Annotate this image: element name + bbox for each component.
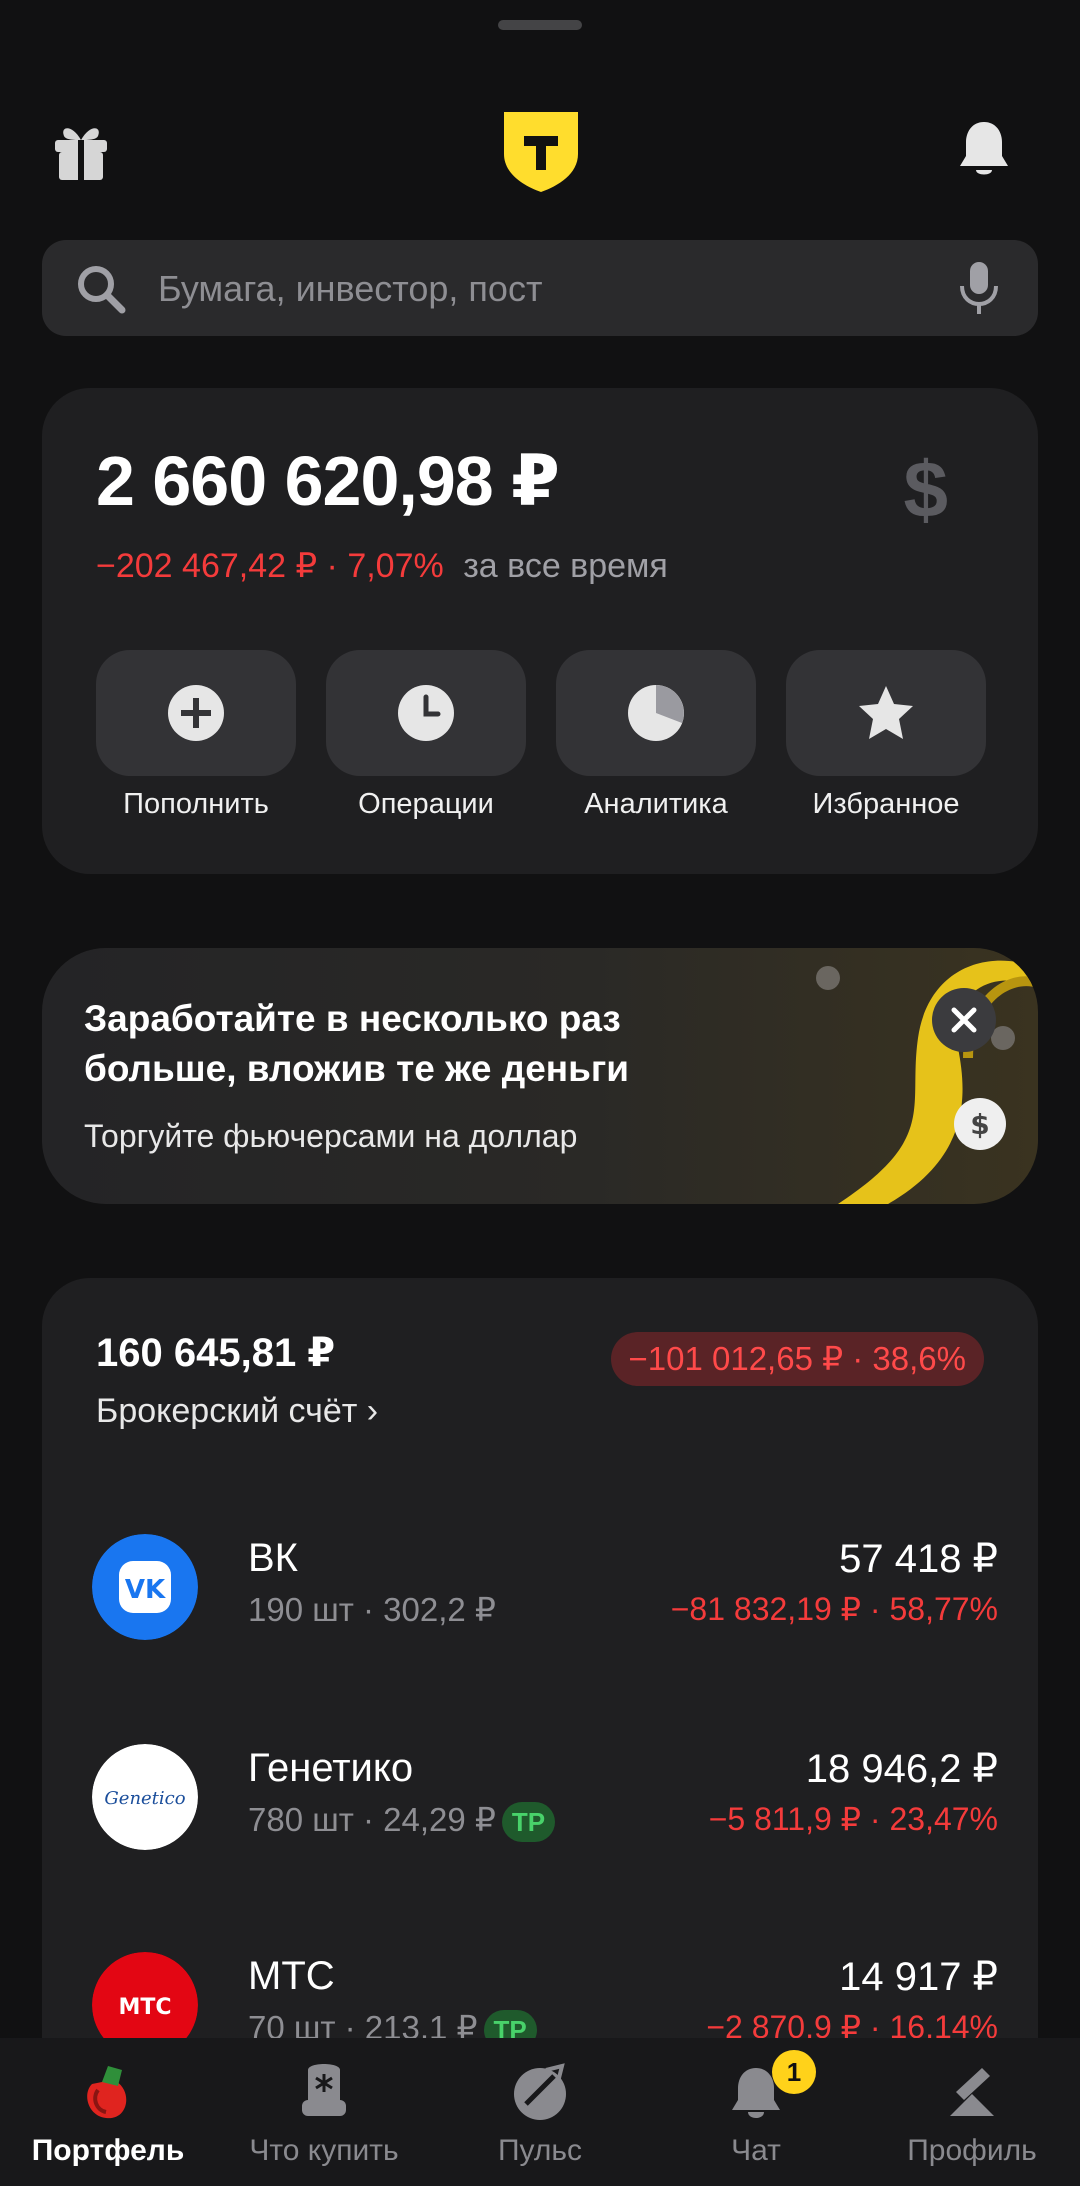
position-qty-price-text: 780 шт · 24,29 ₽ [248,1801,496,1838]
mitten-icon [302,2064,346,2116]
action-label: Операции [358,788,494,820]
total-balance: 2 660 620,98 ₽ [96,442,560,520]
balance-change-value: −202 467,42 ₽ · 7,07% [96,547,444,585]
tab-chat[interactable]: 1 Чат [648,2038,864,2186]
operations-button[interactable] [326,650,526,776]
clock-icon [398,685,454,741]
position-pl: −81 832,19 ₽ · 58,77% [670,1591,998,1627]
pie-chart-icon [628,685,684,741]
star-icon [859,686,913,739]
promo-ribbon-illustration: $ [816,960,1038,1204]
position-row-vk[interactable]: VK ВК 190 шт · 302,2 ₽ 57 418 ₽ −81 832,… [42,1530,1038,1680]
account-sum: 160 645,81 ₽ [96,1331,336,1375]
tab-portfolio[interactable]: Портфель [0,2038,216,2186]
position-qty-price-text: 190 шт · 302,2 ₽ [248,1591,496,1628]
account-name-link[interactable]: Брокерский счёт › [96,1392,378,1431]
tab-label: Профиль [907,2134,1037,2167]
action-operations[interactable]: Операции [326,650,526,821]
microphone-icon[interactable] [956,260,1002,316]
position-name: ВК [248,1536,298,1580]
action-favorites[interactable]: Избранное [786,650,986,821]
balance-change-period: за все время [463,547,668,585]
promo-banner[interactable]: Заработайте в несколько раз больше, влож… [42,948,1038,1204]
position-qty-price: 780 шт · 24,29 ₽ TP [248,1800,556,1843]
position-pl: −5 811,9 ₽ · 23,47% [708,1801,998,1837]
chat-unread-badge: 1 [772,2050,816,2094]
position-name: МТС [248,1954,335,1998]
position-value: 14 917 ₽ [839,1955,998,1999]
notifications-bell-icon[interactable] [956,118,1012,180]
position-qty-price: 190 шт · 302,2 ₽ [248,1590,496,1629]
tab-profile[interactable]: Профиль [864,2038,1080,2186]
genetico-logo-text: Genetico [104,1788,185,1809]
vk-logo: VK [92,1534,198,1640]
quick-actions: Пополнить Операции Аналитика Избранное [96,650,996,830]
favorites-button[interactable] [786,650,986,776]
promo-title: Заработайте в несколько раз больше, влож… [84,998,630,1089]
portfolio-icon [87,2066,127,2119]
promo-close-button[interactable] [932,988,996,1052]
tbank-logo-icon[interactable] [502,110,580,194]
action-top-up[interactable]: Пополнить [96,650,296,821]
pulse-icon [514,2063,566,2120]
genetico-logo: Genetico [92,1744,198,1850]
profile-icon [950,2068,994,2116]
close-icon [951,1007,977,1033]
action-label: Аналитика [584,788,728,820]
balance-card: 2 660 620,98 ₽ −202 467,42 ₽ · 7,07% за … [42,388,1038,874]
account-change-badge: −101 012,65 ₽ · 38,6% [610,1332,984,1386]
tab-label: Что купить [249,2134,399,2167]
currency-switch-icon[interactable]: $ [904,444,949,536]
position-value: 18 946,2 ₽ [805,1747,998,1791]
top-up-button[interactable] [96,650,296,776]
tab-label: Чат [731,2134,781,2167]
search-bar[interactable]: Бумага, инвестор, пост [42,240,1038,336]
vk-logo-icon: VK [92,1534,198,1640]
tr-badge: TP [501,1802,556,1843]
sheet-handle[interactable] [498,20,582,30]
tab-what-to-buy[interactable]: Что купить [216,2038,432,2186]
search-icon [78,266,126,314]
search-input[interactable]: Бумага, инвестор, пост [158,268,542,310]
balance-change: −202 467,42 ₽ · 7,07% за все время [96,546,668,586]
top-bar [0,110,1080,220]
gift-icon[interactable] [52,120,110,182]
plus-icon [168,685,224,741]
tab-label: Пульс [497,2134,583,2167]
genetico-logo-icon: Genetico [92,1744,198,1850]
bottom-tab-bar: Портфель Что купить Пульс 1 Чат Профиль [0,2038,1080,2186]
analytics-button[interactable] [556,650,756,776]
action-label: Пополнить [123,788,269,820]
position-name: Генетико [248,1746,414,1790]
position-value: 57 418 ₽ [839,1537,998,1581]
mts-logo-text: МТС [118,1995,171,2020]
coin-symbol: $ [970,1108,989,1141]
tab-pulse[interactable]: Пульс [432,2038,648,2186]
action-analytics[interactable]: Аналитика [556,650,756,821]
tab-label: Портфель [31,2134,185,2167]
promo-subtitle: Торгуйте фьючерсами на доллар [84,1118,578,1154]
action-label: Избранное [812,788,960,820]
position-row-genetico[interactable]: Genetico Генетико 780 шт · 24,29 ₽ TP 18 … [42,1740,1038,1890]
vk-logo-text: VK [125,1575,166,1605]
